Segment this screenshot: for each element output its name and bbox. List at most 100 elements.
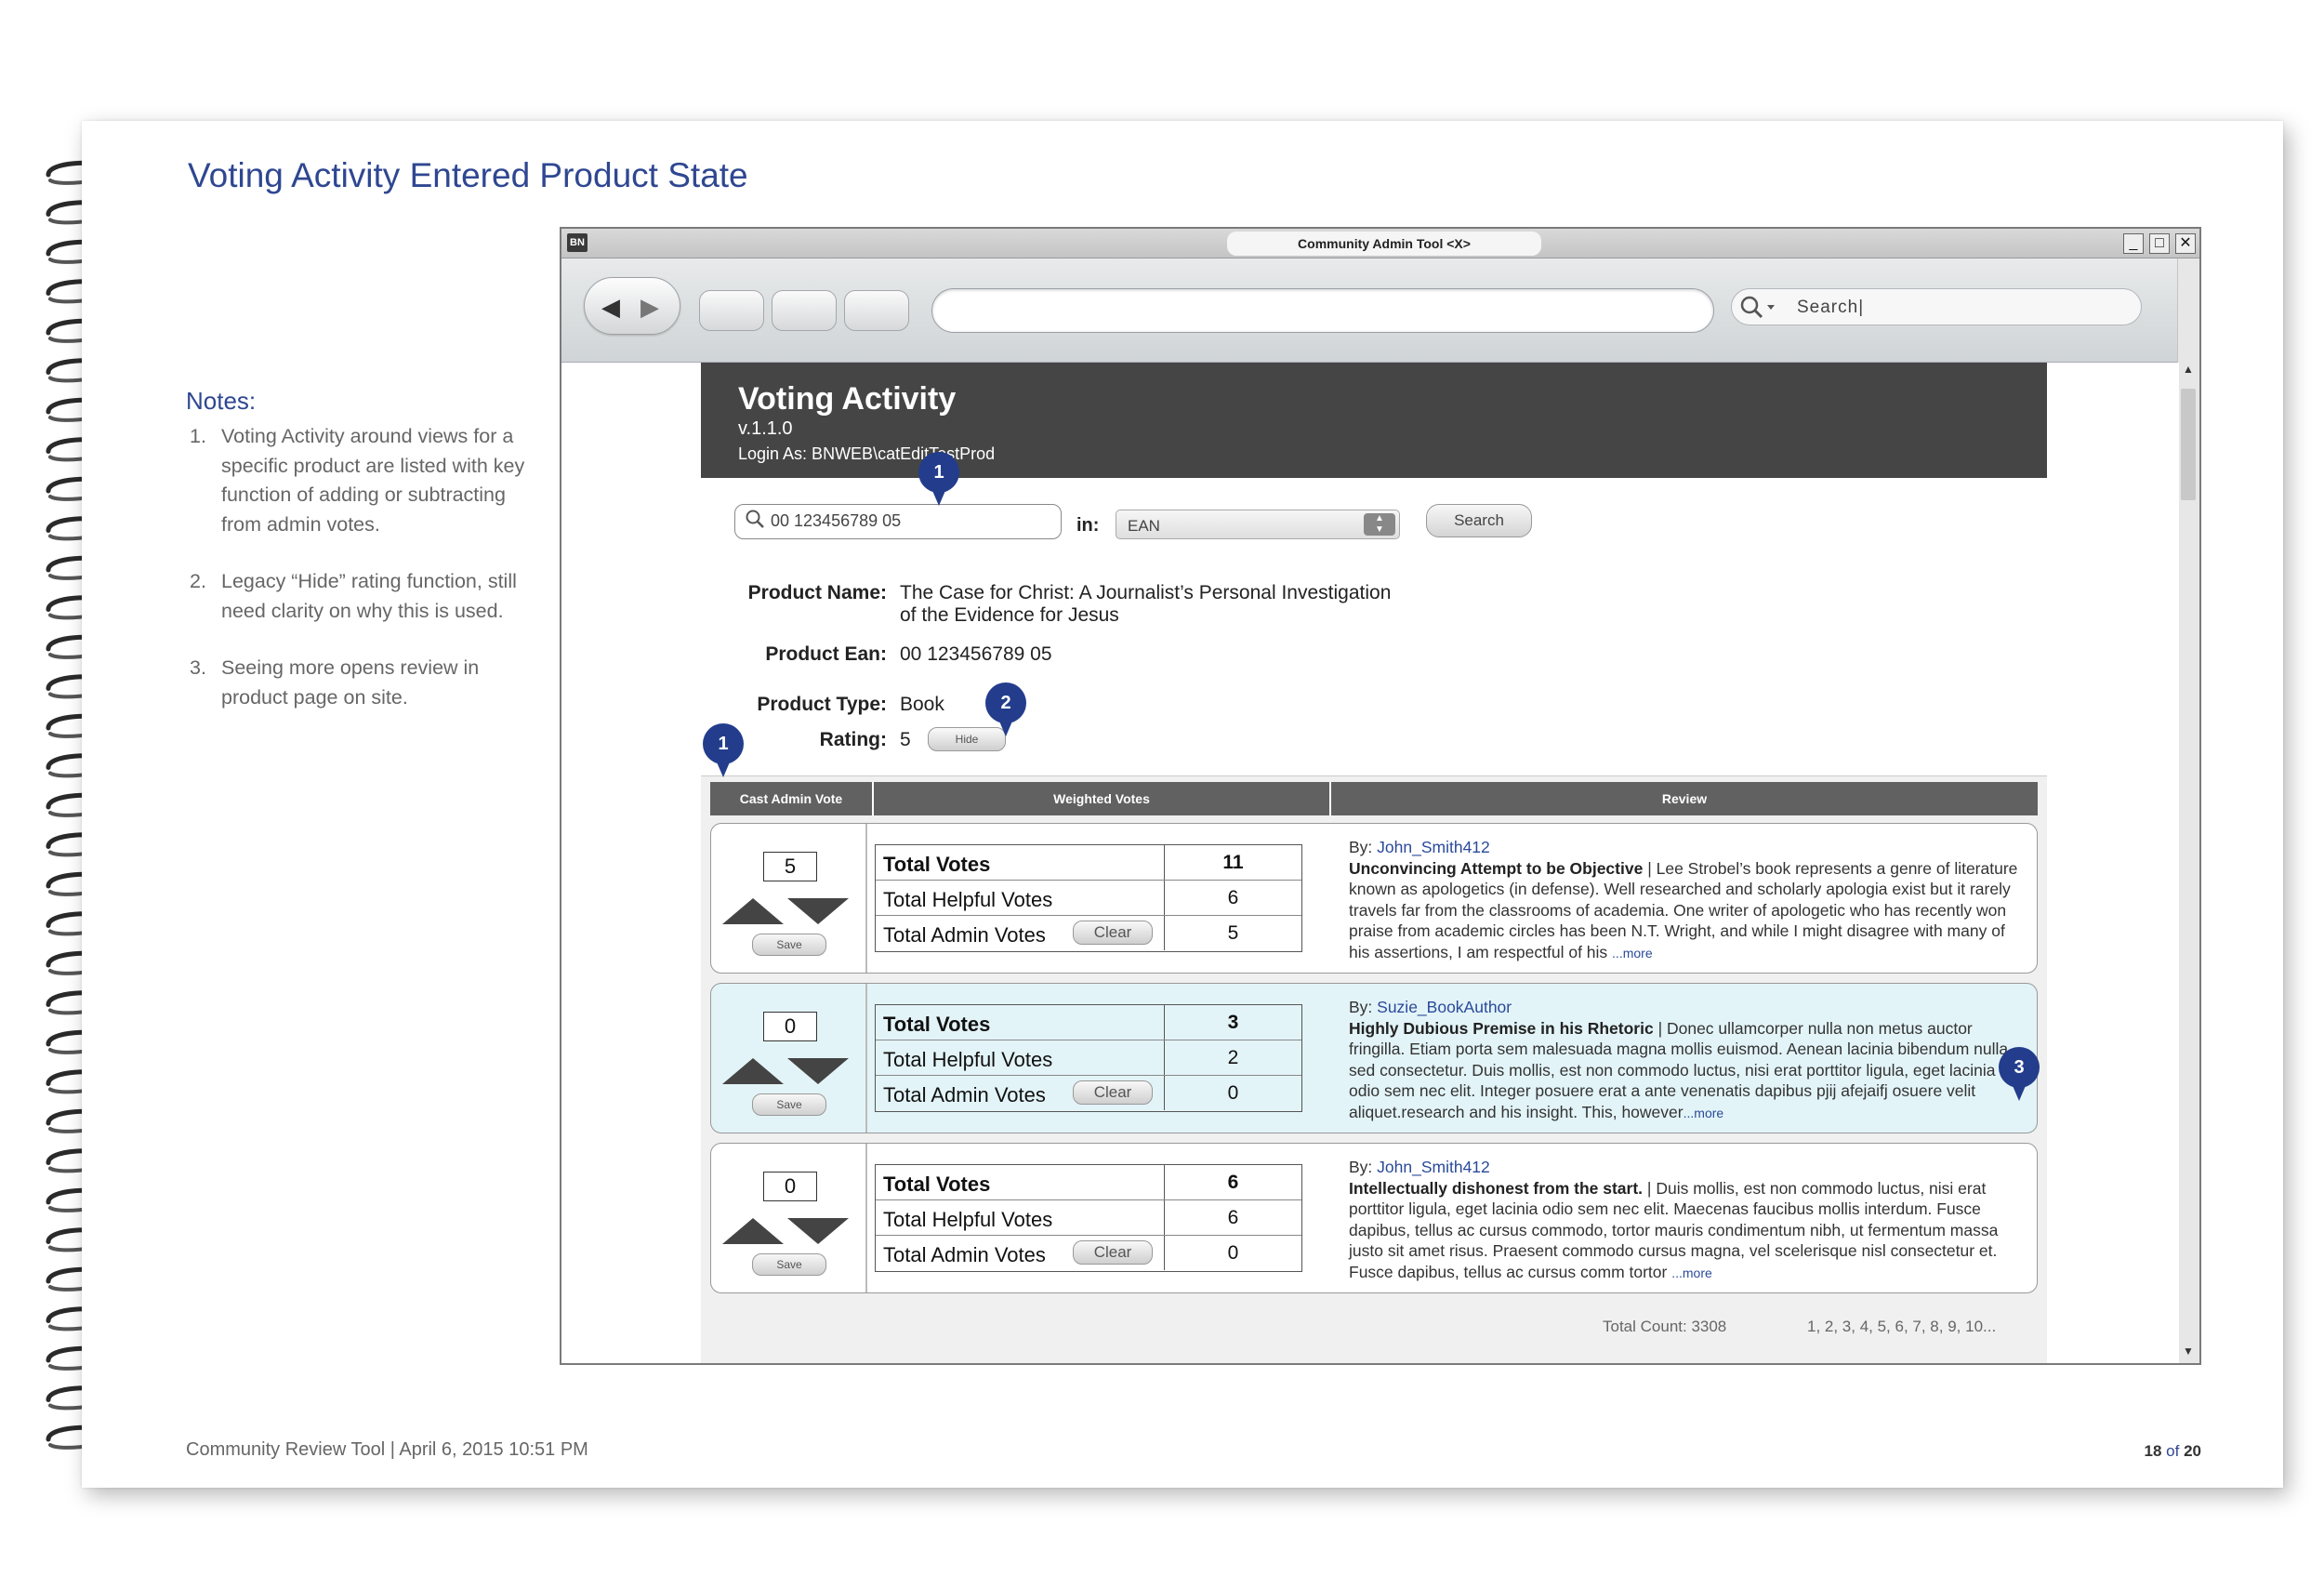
table-header: Cast Admin Vote Weighted Votes Review (710, 782, 2038, 815)
callout-number: 3 (1999, 1047, 2040, 1088)
url-bar[interactable] (931, 288, 1714, 333)
scroll-thumb[interactable] (2181, 389, 2196, 500)
close-icon[interactable]: ✕ (2175, 233, 2196, 254)
page-total: 20 (2184, 1442, 2201, 1460)
callout-number: 1 (703, 723, 744, 764)
stage: Voting Activity Entered Product State No… (0, 0, 2324, 1590)
review-author-link[interactable]: Suzie_BookAuthor (1377, 998, 1512, 1016)
save-button[interactable]: Save (752, 1253, 826, 1276)
search-type-value: EAN (1128, 517, 1160, 535)
admin-vote-value[interactable]: 0 (763, 1012, 817, 1041)
vote-down-icon[interactable] (787, 1058, 849, 1084)
votes-row: Total Helpful Votes 2 (876, 1040, 1301, 1076)
callout-marker: 2 (985, 682, 1026, 738)
pagination[interactable]: 1, 2, 3, 4, 5, 6, 7, 8, 9, 10... (1807, 1318, 1996, 1336)
helpful-votes-label: Total Helpful Votes (883, 888, 1053, 911)
votes-row: Total Helpful Votes 6 (876, 1200, 1301, 1236)
back-arrow-icon[interactable]: ◀ (601, 293, 629, 321)
nav-buttons: ◀ ▶ (584, 277, 680, 335)
more-link[interactable]: ...more (1684, 1106, 1724, 1120)
app-title: Voting Activity (738, 381, 957, 417)
review-byline: By: Suzie_BookAuthor (1349, 997, 2027, 1018)
forward-arrow-icon[interactable]: ▶ (640, 293, 668, 321)
ean-search-field[interactable] (734, 504, 1062, 539)
admin-votes-label: Total Admin Votes (883, 1243, 1046, 1266)
total-votes-value: 11 (1164, 845, 1301, 880)
clear-button[interactable]: Clear (1073, 1080, 1153, 1105)
table-row: 0 Save Total Votes 6 Total Helpful Votes (710, 1143, 2038, 1293)
footer-info: Community Review Tool | April 6, 2015 10… (186, 1439, 588, 1460)
voting-activity-app: Voting Activity v.1.1.0 Login As: BNWEB\… (701, 363, 2047, 1363)
note-number: 1. (190, 425, 206, 447)
review-text: By: John_Smith412 Intellectually dishone… (1349, 1157, 2027, 1283)
search-icon (745, 509, 765, 535)
review-author-link[interactable]: John_Smith412 (1377, 1158, 1490, 1176)
clear-button[interactable]: Clear (1073, 1240, 1153, 1265)
admin-vote-value[interactable]: 5 (763, 852, 817, 881)
review-headline: Intellectually dishonest from the start. (1349, 1178, 1644, 1198)
scroll-down-icon[interactable]: ▼ (2180, 1345, 2197, 1363)
admin-votes-value: 5 (1164, 916, 1301, 950)
callout-marker: 3 (1999, 1047, 2040, 1103)
search-type-select[interactable]: EAN ▲ ▼ (1116, 510, 1400, 539)
search-row: in: EAN ▲▼ Search (701, 504, 2047, 545)
ean-search-input[interactable] (771, 511, 1050, 531)
admin-vote-value[interactable]: 0 (763, 1172, 817, 1201)
total-votes-label: Total Votes (883, 853, 991, 876)
page-number: 18 of 20 (2045, 1442, 2202, 1461)
minimize-icon[interactable]: _ (2123, 233, 2144, 254)
divider (865, 824, 867, 973)
admin-votes-value: 0 (1164, 1076, 1301, 1110)
column-header: Review (1661, 791, 1708, 806)
vote-up-icon[interactable] (722, 898, 784, 924)
admin-votes-label: Total Admin Votes (883, 1083, 1046, 1106)
review-author-link[interactable]: John_Smith412 (1377, 838, 1490, 856)
product-type-value: Book (900, 694, 944, 715)
column-header: Weighted Votes (874, 782, 1331, 815)
by-prefix: By: (1349, 838, 1378, 856)
scroll-up-icon[interactable]: ▲ (2180, 363, 2197, 381)
weighted-votes-table: Total Votes 3 Total Helpful Votes 2 Tota… (875, 1004, 1302, 1112)
review-byline: By: John_Smith412 (1349, 837, 2027, 858)
admin-votes-label: Total Admin Votes (883, 923, 1046, 947)
dropdown-arrows-icon[interactable]: ▲ ▼ (1364, 513, 1395, 536)
save-button[interactable]: Save (752, 934, 826, 956)
title-bar: BN Community Admin Tool <X> _ □ ✕ (561, 229, 2199, 258)
product-name-line: of the Evidence for Jesus (900, 604, 1119, 626)
page-content: Voting Activity v.1.1.0 Login As: BNWEB\… (561, 363, 2179, 1363)
divider (865, 1144, 867, 1292)
callout-marker: 1 (703, 723, 744, 779)
in-label: in: (1076, 515, 1100, 536)
helpful-votes-value: 6 (1164, 881, 1301, 915)
review-byline: By: John_Smith412 (1349, 1157, 2027, 1178)
more-link[interactable]: ...more (1612, 946, 1653, 961)
notes-title: Notes: (186, 387, 257, 415)
divider (865, 984, 867, 1133)
total-count: Total Count: 3308 (1603, 1318, 1727, 1335)
browser-window: BN Community Admin Tool <X> _ □ ✕ ◀ ▶ Se… (560, 227, 2201, 1365)
search-button[interactable]: Search (1426, 504, 1532, 537)
total-votes-label: Total Votes (883, 1013, 991, 1036)
votes-table: Cast Admin Vote Weighted Votes Review 5 … (701, 775, 2047, 1363)
vote-down-icon[interactable] (787, 898, 849, 924)
more-link[interactable]: ...more (1671, 1265, 1712, 1280)
toolbar-button[interactable] (844, 290, 909, 331)
votes-row: Total Helpful Votes 6 (876, 881, 1301, 916)
vertical-scrollbar[interactable]: ▲ ▼ (2177, 258, 2199, 1363)
note-number: 2. (190, 570, 206, 592)
toolbar-button[interactable] (772, 290, 837, 331)
browser-search-box[interactable]: Search| (1731, 288, 2142, 325)
maximize-icon[interactable]: □ (2149, 233, 2170, 254)
clear-button[interactable]: Clear (1073, 921, 1153, 945)
note-item: 3. Seeing more opens review in product p… (190, 654, 543, 712)
document-title: Voting Activity Entered Product State (188, 156, 748, 194)
vote-down-icon[interactable] (787, 1218, 849, 1244)
app-logo-icon: BN (567, 233, 588, 252)
search-icon[interactable] (1739, 295, 1780, 321)
vote-up-icon[interactable] (722, 1058, 784, 1084)
window-title: Community Admin Tool <X> (1227, 232, 1541, 256)
toolbar-button[interactable] (699, 290, 764, 331)
vote-up-icon[interactable] (722, 1218, 784, 1244)
review-body: Intellectually dishonest from the start.… (1349, 1178, 2027, 1284)
save-button[interactable]: Save (752, 1093, 826, 1116)
